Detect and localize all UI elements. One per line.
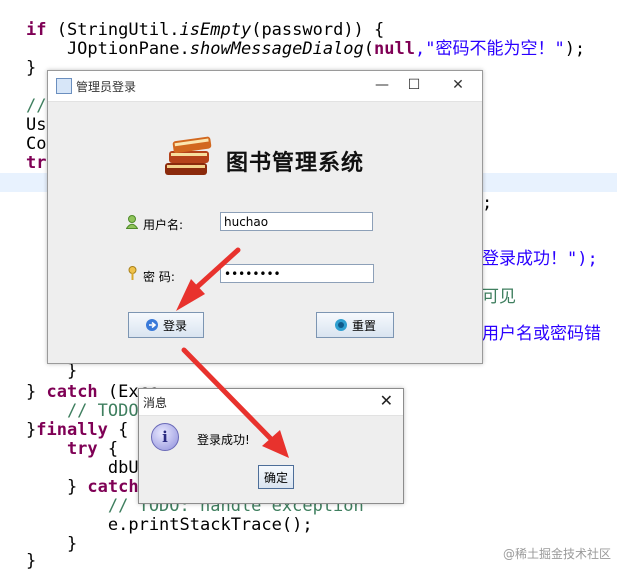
arrow-to-login-icon xyxy=(176,247,241,311)
annotation-arrows xyxy=(176,247,289,458)
watermark: @稀土掘金技术社区 xyxy=(502,547,611,561)
arrow-to-ok-icon xyxy=(181,347,289,458)
